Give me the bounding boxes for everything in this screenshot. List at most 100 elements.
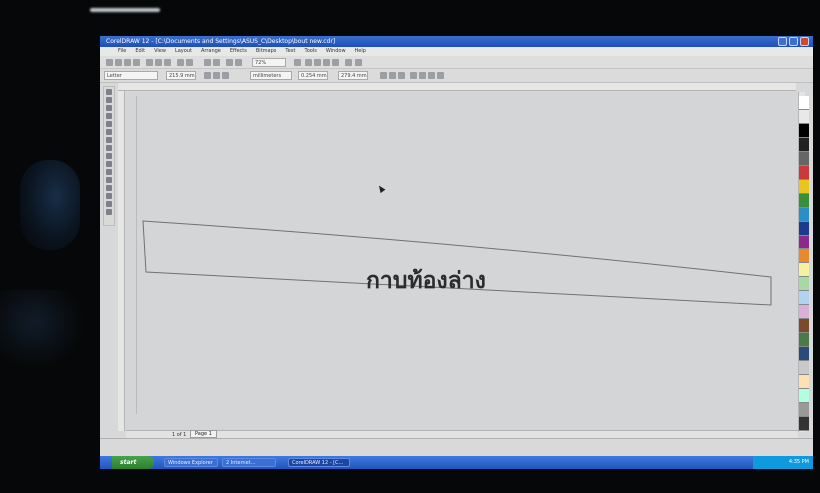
undo-icon[interactable]	[177, 59, 184, 66]
palette-swatch[interactable]	[799, 375, 809, 390]
maximize-button[interactable]	[789, 37, 798, 46]
taskbar-item-browser[interactable]: 2 Internet...	[222, 458, 276, 467]
taskbar-item-coreldraw[interactable]: CorelDRAW 12 - [C...	[288, 458, 350, 467]
export-icon[interactable]	[213, 59, 220, 66]
paste-icon[interactable]	[164, 59, 171, 66]
transform-icon[interactable]	[314, 59, 321, 66]
freehand-tool-icon[interactable]	[106, 121, 112, 127]
minimize-button[interactable]	[778, 37, 787, 46]
menu-file[interactable]: File	[118, 47, 126, 56]
menu-effects[interactable]: Effects	[230, 47, 247, 56]
horizontal-ruler[interactable]	[118, 83, 796, 91]
pointer-icon[interactable]	[332, 59, 339, 66]
palette-swatch[interactable]	[799, 263, 809, 278]
print-icon[interactable]	[133, 59, 140, 66]
interactive-fill-icon[interactable]	[106, 209, 112, 215]
zoom-tool-icon[interactable]	[106, 113, 112, 119]
crop-tool-icon[interactable]	[106, 105, 112, 111]
arrow-tool-icon[interactable]	[323, 59, 330, 66]
palette-swatch[interactable]	[799, 319, 809, 334]
palette-swatch[interactable]	[799, 137, 809, 152]
align-icon[interactable]	[305, 59, 312, 66]
eyedropper-icon[interactable]	[106, 185, 112, 191]
pick-tool-icon[interactable]	[106, 89, 112, 95]
palette-swatch[interactable]	[799, 389, 809, 403]
palette-swatch[interactable]	[799, 109, 809, 124]
import-icon[interactable]	[204, 59, 211, 66]
page-width-field[interactable]: 215.9 mm	[166, 71, 196, 80]
units-select[interactable]: millimeters	[250, 71, 292, 80]
text-tool-icon-box[interactable]	[106, 169, 112, 175]
plus-icon[interactable]	[355, 59, 362, 66]
nudge-field[interactable]: 0.254 mm	[298, 71, 328, 80]
menu-text[interactable]: Text	[285, 47, 295, 56]
app-launcher-icon[interactable]	[226, 59, 233, 66]
ellipse-tool-icon[interactable]	[106, 145, 112, 151]
all-pages-icon[interactable]	[222, 72, 229, 79]
paper-type-select[interactable]: Letter	[104, 71, 158, 80]
menu-help[interactable]: Help	[355, 47, 366, 56]
palette-swatch[interactable]	[799, 179, 809, 194]
palette-swatch[interactable]	[799, 96, 809, 110]
page-height-field[interactable]: 279.4 mm	[338, 71, 368, 80]
treat-as-filled-icon[interactable]	[380, 72, 387, 79]
palette-swatch[interactable]	[799, 277, 809, 292]
outline-icon[interactable]	[437, 72, 444, 79]
palette-swatch[interactable]	[799, 193, 809, 208]
open-file-icon[interactable]	[115, 59, 122, 66]
shape-icon[interactable]	[410, 72, 417, 79]
palette-swatch[interactable]	[799, 123, 809, 138]
start-button[interactable]: start	[112, 456, 154, 469]
save-icon[interactable]	[124, 59, 131, 66]
text-tool-icon[interactable]	[294, 59, 301, 66]
smart-fill-icon[interactable]	[106, 129, 112, 135]
rectangle-tool-icon[interactable]	[106, 137, 112, 143]
palette-swatch[interactable]	[799, 207, 809, 222]
palette-swatch[interactable]	[799, 305, 809, 320]
palette-swatch[interactable]	[799, 235, 809, 250]
fill-tool-icon[interactable]	[106, 201, 112, 207]
vertical-ruler[interactable]	[118, 91, 125, 431]
new-file-icon[interactable]	[106, 59, 113, 66]
palette-swatch[interactable]	[799, 221, 809, 236]
cut-icon[interactable]	[146, 59, 153, 66]
palette-swatch[interactable]	[799, 291, 809, 306]
palette-swatch[interactable]	[799, 151, 809, 166]
snap-icon[interactable]	[345, 59, 352, 66]
palette-swatch[interactable]	[799, 165, 809, 180]
palette-swatch[interactable]	[799, 333, 809, 348]
outline-tool-icon[interactable]	[106, 193, 112, 199]
palette-swatch[interactable]	[799, 402, 809, 417]
interactive-blend-icon[interactable]	[106, 177, 112, 183]
copy-icon[interactable]	[155, 59, 162, 66]
palette-swatch[interactable]	[799, 249, 809, 264]
horizontal-scrollbar[interactable]: 1 of 1	[126, 430, 798, 438]
menu-view[interactable]: View	[154, 47, 166, 56]
zoom-level-select[interactable]: 72%	[252, 58, 286, 67]
options-icon[interactable]	[398, 72, 405, 79]
menu-tools[interactable]: Tools	[305, 47, 317, 56]
menu-arrange[interactable]: Arrange	[201, 47, 221, 56]
menu-window[interactable]: Window	[326, 47, 346, 56]
polygon-tool-icon[interactable]	[106, 153, 112, 159]
portrait-icon[interactable]	[204, 72, 211, 79]
page-tab[interactable]: Page 1	[190, 430, 217, 438]
taskbar-item-explorer[interactable]: Windows Explorer	[164, 458, 218, 467]
canvas-text-label[interactable]: กาบท้องล่าง	[366, 263, 486, 299]
node-icon[interactable]	[419, 72, 426, 79]
palette-swatch[interactable]	[799, 361, 809, 376]
landscape-icon[interactable]	[213, 72, 220, 79]
shape-tool-icon[interactable]	[106, 97, 112, 103]
basic-shapes-icon[interactable]	[106, 161, 112, 167]
palette-swatch[interactable]	[799, 416, 809, 431]
menu-layout[interactable]: Layout	[175, 47, 192, 56]
color-palette[interactable]	[799, 96, 809, 431]
menu-edit[interactable]: Edit	[135, 47, 145, 56]
redo-icon[interactable]	[186, 59, 193, 66]
palette-swatch[interactable]	[799, 347, 809, 362]
snap-grid-icon[interactable]	[389, 72, 396, 79]
close-button[interactable]	[800, 37, 809, 46]
corel-online-icon[interactable]	[235, 59, 242, 66]
fill-icon[interactable]	[428, 72, 435, 79]
menu-bitmaps[interactable]: Bitmaps	[256, 47, 277, 56]
